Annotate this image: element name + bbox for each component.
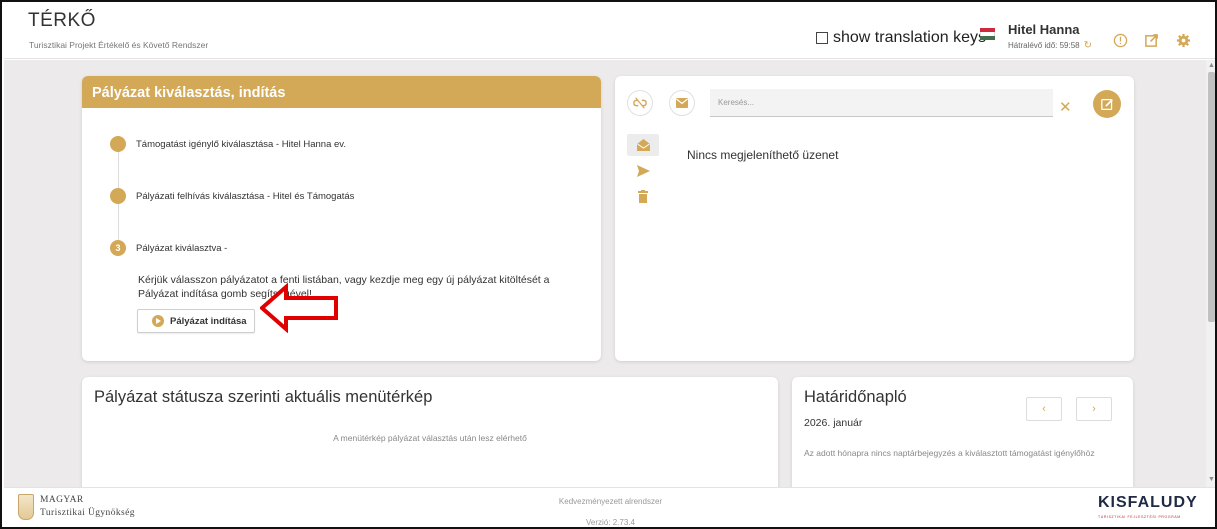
kisfaludy-logo: KISFALUDY	[1098, 494, 1198, 511]
app-title[interactable]: TÉRKŐ	[28, 10, 96, 32]
step-call[interactable]: Pályázati felhívás kiválasztása - Hitel …	[110, 188, 354, 204]
session-timer: Hátralévő idő: 59:58 ↻	[1008, 40, 1092, 51]
application-selection-card: Pályázat kiválasztás, indítás Támogatást…	[82, 76, 601, 361]
external-link-icon[interactable]	[1143, 32, 1159, 48]
translation-keys-toggle[interactable]: show translation keys	[816, 29, 986, 47]
messages-card: ✕ Nincs megjeleníthető üzenet	[615, 76, 1134, 361]
step-label: Pályázati felhívás kiválasztása - Hitel …	[136, 190, 355, 202]
step-selected: 3 Pályázat kiválasztva -	[110, 240, 227, 256]
step-applicant[interactable]: Támogatást igénylő kiválasztása - Hitel …	[110, 136, 346, 152]
user-name: Hitel Hanna	[1008, 22, 1080, 37]
clear-search-icon[interactable]: ✕	[1059, 98, 1072, 116]
unlink-icon[interactable]	[627, 90, 653, 116]
translation-keys-checkbox[interactable]	[816, 32, 828, 44]
step-connector	[118, 150, 119, 192]
annotation-arrow-icon	[260, 283, 338, 333]
message-search-input[interactable]	[710, 89, 1053, 117]
app-subtitle: Turisztikai Projekt Értékelő és Követő R…	[29, 40, 209, 50]
vertical-scrollbar[interactable]: ▲ ▼	[1206, 60, 1215, 487]
translation-keys-label: show translation keys	[833, 29, 986, 46]
no-messages-text: Nincs megjeleníthető üzenet	[687, 148, 839, 162]
scroll-up-icon[interactable]: ▲	[1208, 62, 1215, 69]
step-dot	[110, 136, 126, 152]
info-icon[interactable]	[1112, 32, 1128, 48]
start-application-label: Pályázat indítása	[170, 315, 247, 327]
play-icon	[152, 315, 164, 327]
deadline-log-note: Az adott hónapra nincs naptárbejegyzés a…	[804, 448, 1095, 458]
main-content: Pályázat kiválasztás, indítás Támogatást…	[4, 60, 1206, 487]
top-header: TÉRKŐ Turisztikai Projekt Értékelő és Kö…	[4, 4, 1215, 59]
step-number: 3	[110, 240, 126, 256]
chevron-right-icon: ›	[1092, 403, 1096, 415]
app-window: TÉRKŐ Turisztikai Projekt Értékelő és Kö…	[0, 0, 1217, 529]
hungarian-flag-icon[interactable]	[980, 28, 995, 40]
step-label: Támogatást igénylő kiválasztása - Hitel …	[136, 138, 346, 150]
step-dot	[110, 188, 126, 204]
kisfaludy-logo-subtitle: TURISZTIKAI FEJLESZTÉSI PROGRAM	[1098, 515, 1181, 519]
session-timer-label: Hátralévő idő: 59:58	[1008, 41, 1080, 50]
next-month-button[interactable]: ›	[1076, 397, 1112, 421]
refresh-session-icon[interactable]: ↻	[1084, 40, 1092, 51]
deadline-log-title: Határidőnapló	[804, 388, 907, 406]
gear-icon[interactable]	[1175, 32, 1191, 48]
menu-map-title: Pályázat státusza szerinti aktuális menü…	[94, 388, 433, 406]
step-connector	[118, 202, 119, 242]
deadline-log-month: 2026. január	[804, 417, 863, 429]
footer-version: Verzió: 2.73.4	[586, 518, 635, 527]
compose-message-button[interactable]	[1093, 90, 1121, 118]
application-selection-title: Pályázat kiválasztás, indítás	[82, 76, 601, 108]
deadline-log-card: Határidőnapló 2026. január ‹ › Az adott …	[792, 377, 1133, 487]
inbox-icon[interactable]	[627, 134, 659, 156]
scrollbar-thumb[interactable]	[1208, 72, 1215, 322]
footer-subsystem: Kedvezményezett alrendszer	[558, 497, 663, 506]
menu-map-note: A menütérkép pályázat választás után les…	[333, 433, 527, 443]
trash-icon[interactable]	[627, 185, 659, 207]
mail-icon[interactable]	[669, 90, 695, 116]
send-icon[interactable]	[627, 160, 659, 182]
previous-month-button[interactable]: ‹	[1026, 397, 1062, 421]
instruction-text: Kérjük válasszon pályázatot a fenti list…	[138, 274, 550, 300]
start-application-button[interactable]: Pályázat indítása	[137, 309, 255, 333]
scroll-down-icon[interactable]: ▼	[1208, 476, 1215, 483]
menu-map-card: Pályázat státusza szerinti aktuális menü…	[82, 377, 778, 487]
chevron-left-icon: ‹	[1042, 403, 1046, 415]
page-footer: Magyar Turisztikai Ügynökség Kedvezménye…	[4, 487, 1215, 527]
step-label: Pályázat kiválasztva -	[136, 242, 228, 254]
